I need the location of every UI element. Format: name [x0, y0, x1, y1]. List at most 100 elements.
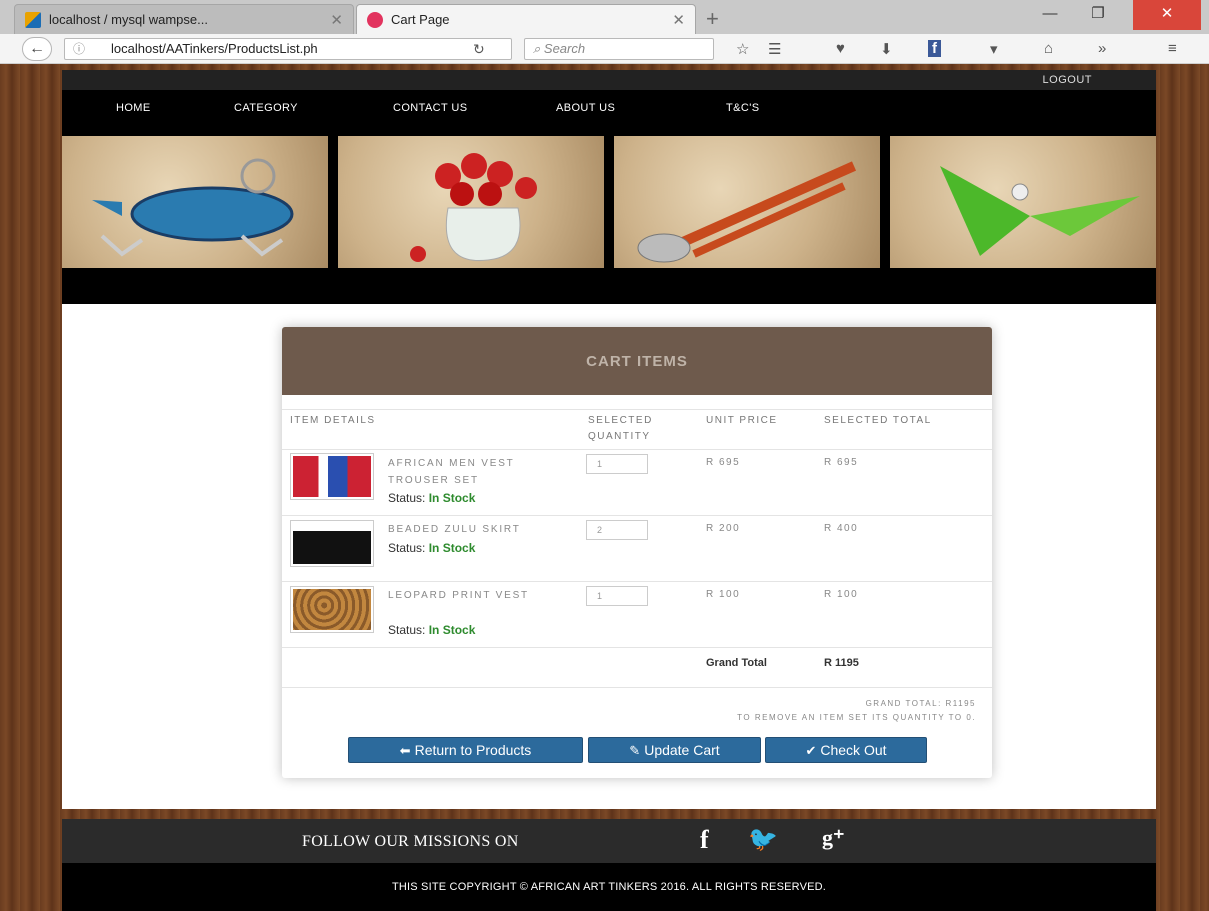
page-background: LOGOUT HOME CATEGORY CONTACT US ABOUT US… — [0, 64, 1209, 911]
address-bar[interactable]: ⓘ localhost/AATinkers/ProductsList.ph ↻ — [64, 38, 512, 60]
home-icon[interactable]: ⌂ — [1044, 40, 1053, 57]
nav-about-us[interactable]: ABOUT US — [556, 102, 615, 114]
item-total: R 400 — [824, 523, 859, 534]
info-icon[interactable]: ⓘ — [73, 39, 85, 59]
quantity-input[interactable] — [586, 586, 648, 606]
item-name: BEADED ZULU SKIRT — [388, 524, 521, 535]
reload-icon[interactable]: ↻ — [473, 39, 485, 59]
search-icon: ⌕ — [533, 41, 544, 56]
item-unit-price: R 100 — [706, 589, 741, 600]
dropdown-icon[interactable]: ▾ — [990, 40, 998, 58]
status-label: Status: — [388, 491, 426, 505]
grand-total-summary: GRAND TOTAL: R1195 — [865, 699, 976, 708]
item-thumbnail[interactable] — [290, 520, 374, 567]
item-thumbnail[interactable] — [290, 586, 374, 633]
item-total: R 100 — [824, 589, 859, 600]
nav-category[interactable]: CATEGORY — [234, 102, 298, 114]
quantity-input[interactable] — [586, 454, 648, 474]
cart-favicon-icon — [367, 11, 383, 28]
bookmark-star-icon[interactable]: ☆ — [736, 40, 749, 58]
follow-text: FOLLOW OUR MISSIONS ON — [302, 833, 519, 850]
item-name: AFRICAN MEN VEST TROUSER SET — [388, 458, 515, 486]
facebook-icon[interactable]: f — [700, 825, 709, 855]
banner-strip — [62, 134, 1156, 304]
status-value: In Stock — [428, 541, 476, 555]
header-selected-quantity: SELECTED QUANTITY — [588, 415, 653, 442]
overflow-icon[interactable]: » — [1098, 40, 1106, 57]
item-thumbnail[interactable] — [290, 453, 374, 500]
browser-search-input[interactable]: ⌕ Search — [524, 38, 714, 60]
button-label: Update Cart — [644, 742, 720, 758]
nav-home[interactable]: HOME — [116, 102, 151, 114]
status-label: Status: — [388, 623, 426, 637]
menu-hamburger-icon[interactable]: ≡ — [1168, 40, 1177, 57]
cart-panel: CART ITEMS ITEM DETAILS SELECTED QUANTIT… — [282, 327, 992, 778]
header-item-details: ITEM DETAILS — [290, 415, 376, 426]
button-label: Return to Products — [414, 742, 532, 758]
new-tab-icon[interactable]: + — [706, 6, 719, 32]
back-arrow-icon[interactable]: ← — [22, 37, 52, 61]
item-unit-price: R 200 — [706, 523, 741, 534]
pencil-icon: ✎ — [629, 743, 641, 758]
url-text: localhost/AATinkers/ProductsList.ph — [111, 41, 318, 56]
arrow-left-icon: ⬅ — [399, 743, 411, 758]
cart-title: CART ITEMS — [586, 353, 688, 370]
status-value: In Stock — [428, 491, 476, 505]
return-to-products-button[interactable]: ⬅ Return to Products — [348, 737, 583, 763]
copyright-text: THIS SITE COPYRIGHT © AFRICAN ART TINKER… — [391, 881, 827, 893]
window-maximize-icon[interactable]: ❐ — [1078, 0, 1118, 30]
divider — [282, 515, 992, 516]
divider — [282, 647, 992, 648]
browser-toolbar: ← ⓘ localhost/AATinkers/ProductsList.ph … — [0, 34, 1209, 64]
nav-contact-us[interactable]: CONTACT US — [393, 102, 468, 114]
phpmyadmin-favicon-icon — [25, 11, 41, 28]
twitter-icon[interactable]: 🐦 — [748, 825, 778, 854]
grand-total-label: Grand Total — [706, 657, 767, 669]
logout-link[interactable]: LOGOUT — [1043, 74, 1092, 86]
window-minimize-icon[interactable]: — — [1030, 0, 1070, 30]
banner-beaded-rhino-image — [62, 136, 328, 268]
banner-beaded-dragonfly-image — [890, 136, 1156, 268]
search-placeholder: Search — [543, 41, 586, 56]
item-status: Status: In Stock — [388, 541, 475, 555]
button-label: Check Out — [820, 742, 887, 758]
tab-close-icon[interactable]: ✕ — [672, 11, 685, 29]
status-label: Status: — [388, 541, 426, 555]
item-name: LEOPARD PRINT VEST — [388, 590, 529, 601]
google-plus-icon[interactable]: g⁺ — [822, 825, 845, 851]
item-unit-price: R 695 — [706, 457, 741, 468]
tab-title: localhost / mysql wampse... — [49, 12, 208, 27]
remove-item-note: TO REMOVE AN ITEM SET ITS QUANTITY TO 0. — [737, 713, 976, 722]
banner-beaded-roses-image — [338, 136, 604, 268]
download-icon[interactable]: ⬇ — [880, 40, 893, 58]
facebook-icon[interactable]: f — [928, 40, 941, 57]
window-close-icon[interactable]: ✕ — [1133, 0, 1201, 30]
reading-list-icon[interactable]: ☰ — [768, 40, 781, 58]
divider — [282, 687, 992, 688]
divider — [282, 449, 992, 450]
quantity-input[interactable] — [586, 520, 648, 540]
browser-tab-bar: localhost / mysql wampse... ✕ Cart Page … — [0, 0, 1209, 34]
check-out-button[interactable]: ✔ Check Out — [765, 737, 927, 763]
tab-phpmyadmin[interactable]: localhost / mysql wampse... ✕ — [14, 4, 354, 34]
header-unit-price: UNIT PRICE — [706, 415, 778, 426]
checkmark-icon: ✔ — [805, 743, 817, 758]
main-navigation: HOME CATEGORY CONTACT US ABOUT US T&C'S — [62, 90, 1156, 134]
banner-beaded-spoons-image — [614, 136, 880, 268]
item-status: Status: In Stock — [388, 491, 475, 505]
main-content: CART ITEMS ITEM DETAILS SELECTED QUANTIT… — [62, 304, 1156, 809]
item-total: R 695 — [824, 457, 859, 468]
update-cart-button[interactable]: ✎ Update Cart — [588, 737, 761, 763]
header-selected-total: SELECTED TOTAL — [824, 415, 932, 426]
tab-cart-page[interactable]: Cart Page ✕ — [356, 4, 696, 34]
tab-close-icon[interactable]: ✕ — [330, 11, 343, 29]
item-status: Status: In Stock — [388, 623, 475, 637]
divider — [282, 409, 992, 410]
status-value: In Stock — [428, 623, 476, 637]
follow-bar: FOLLOW OUR MISSIONS ON f 🐦 g⁺ — [62, 819, 1156, 863]
tab-title: Cart Page — [391, 12, 450, 27]
pocket-icon[interactable]: ♥ — [836, 40, 845, 57]
copyright-bar: THIS SITE COPYRIGHT © AFRICAN ART TINKER… — [62, 863, 1156, 911]
nav-terms[interactable]: T&C'S — [726, 102, 759, 114]
divider — [282, 581, 992, 582]
